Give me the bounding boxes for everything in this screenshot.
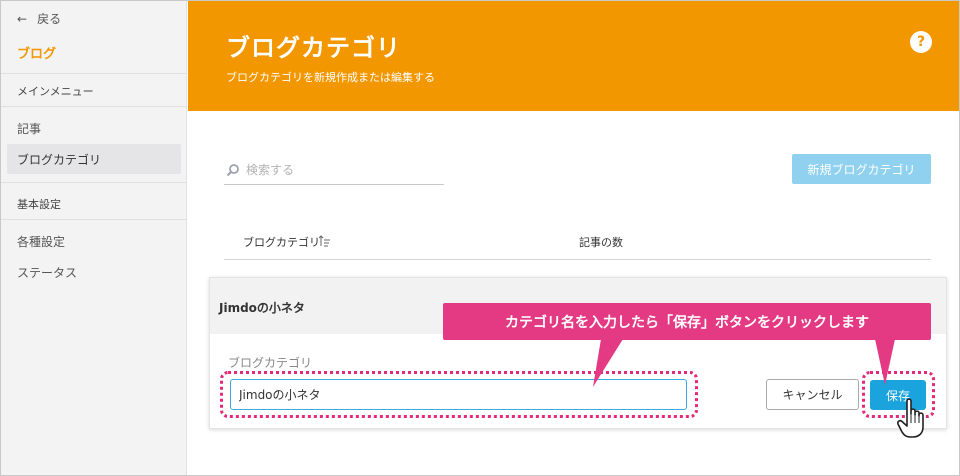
category-name-input[interactable] (230, 379, 687, 410)
app-window: ← 戻る ブログ メインメニュー 記事 ブログカテゴリ 基本設定 各種設定 ステ… (0, 0, 960, 476)
divider (1, 106, 187, 107)
sidebar-item-settings[interactable]: 各種設定 (17, 233, 65, 250)
sidebar-item-label: ブログカテゴリ (17, 153, 102, 167)
table-header-divider (224, 259, 931, 260)
main-menu-heading: メインメニュー (17, 85, 94, 98)
search-box (224, 155, 444, 185)
sidebar-blog-title: ブログ (17, 47, 57, 62)
divider (1, 73, 187, 74)
back-label: 戻る (37, 12, 62, 26)
column-header-category[interactable]: ブログカテゴリ (243, 234, 320, 250)
sidebar-item-articles[interactable]: 記事 (17, 120, 41, 137)
search-input[interactable] (246, 162, 436, 177)
sidebar-item-blog-category[interactable]: ブログカテゴリ (7, 144, 181, 174)
sort-icon[interactable] (319, 235, 331, 247)
panel-title: Jimdoの小ネタ (219, 301, 305, 315)
page-header: ブログカテゴリ ブログカテゴリを新規作成または編集する ? (188, 1, 959, 111)
column-header-article-count: 記事の数 (579, 236, 623, 249)
page-title: ブログカテゴリ (226, 34, 401, 62)
annotation-callout: カテゴリ名を入力したら「保存」ボタンをクリックします (443, 303, 931, 340)
sidebar-item-status[interactable]: ステータス (17, 264, 77, 281)
category-edit-panel: Jimdoの小ネタ ブログカテゴリ キャンセル 保存 (209, 277, 947, 429)
hand-cursor-icon (897, 398, 924, 438)
page-subtitle: ブログカテゴリを新規作成または編集する (226, 71, 435, 84)
search-icon (226, 163, 239, 176)
basic-settings-heading: 基本設定 (17, 198, 61, 211)
divider (1, 182, 187, 183)
cancel-button[interactable]: キャンセル (766, 379, 859, 410)
sidebar: ← 戻る ブログ メインメニュー 記事 ブログカテゴリ 基本設定 各種設定 ステ… (1, 1, 187, 475)
back-link[interactable]: ← 戻る (17, 10, 61, 27)
category-field-label: ブログカテゴリ (228, 356, 313, 370)
arrow-left-icon: ← (17, 11, 28, 26)
new-category-button[interactable]: 新規ブログカテゴリ (792, 154, 931, 184)
help-icon[interactable]: ? (910, 31, 932, 53)
divider (1, 219, 187, 220)
